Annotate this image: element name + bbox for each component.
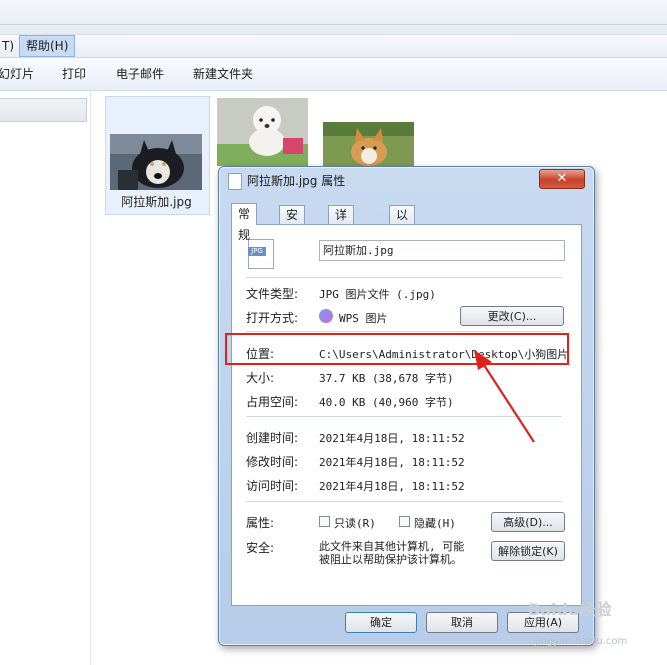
tab-details[interactable]: 详细信息	[328, 205, 355, 276]
navigation-selected-item[interactable]	[0, 98, 87, 122]
hidden-checkbox[interactable]	[399, 516, 410, 527]
watermark-brand: Baidu经验	[528, 600, 612, 619]
email-button[interactable]: 电子邮件	[116, 58, 164, 90]
tab-previous-versions[interactable]: 以前的版本	[389, 205, 416, 294]
watermark-url: jingyan.baidu.com	[535, 636, 628, 647]
accessed-value: 2021年4月18日, 18:11:52	[319, 480, 465, 493]
separator	[246, 277, 562, 278]
separator	[246, 501, 562, 502]
menu-item-tools[interactable]: T)	[0, 35, 20, 57]
thumbnail-corgi[interactable]	[323, 122, 414, 168]
close-button[interactable]: ✕	[539, 169, 585, 189]
thumbnail-label: 阿拉斯加.jpg	[121, 195, 192, 209]
thumbnail-husky[interactable]	[110, 134, 202, 190]
hidden-label[interactable]: 隐藏(H)	[414, 515, 456, 531]
size-on-disk-value: 40.0 KB (40,960 字节)	[319, 396, 454, 409]
file-icon	[228, 173, 242, 190]
toolbar: 幻灯片 打印 电子邮件 新建文件夹	[0, 58, 667, 91]
security-label: 安全:	[246, 541, 275, 555]
separator	[246, 331, 562, 332]
cancel-button[interactable]: 取消	[426, 612, 498, 633]
change-button[interactable]: 更改(C)...	[460, 306, 564, 326]
new-folder-button[interactable]: 新建文件夹	[193, 58, 253, 90]
opens-with-value: WPS 图片	[339, 312, 388, 325]
annotation-arrow	[474, 350, 535, 443]
dialog-title: 阿拉斯加.jpg 属性	[247, 174, 346, 188]
advanced-button[interactable]: 高级(D)...	[491, 512, 565, 532]
thumbnail-poodle[interactable]	[217, 98, 308, 166]
readonly-label[interactable]: 只读(R)	[334, 515, 376, 531]
print-button[interactable]: 打印	[62, 58, 86, 90]
accessed-label: 访问时间:	[246, 479, 299, 493]
size-label: 大小:	[246, 371, 275, 385]
size-value: 37.7 KB (38,678 字节)	[319, 372, 454, 385]
attributes-label: 属性:	[246, 516, 275, 530]
wps-picture-icon	[319, 309, 333, 323]
filename-input[interactable]: 阿拉斯加.jpg	[319, 240, 565, 261]
slideshow-button[interactable]: 幻灯片	[0, 58, 34, 90]
menu-bar: T) 帮助(H)	[0, 35, 667, 58]
jpg-file-icon: JPG	[248, 239, 274, 269]
menu-item-help[interactable]: 帮助(H)	[19, 35, 76, 57]
created-value: 2021年4月18日, 18:11:52	[319, 432, 465, 445]
modified-value: 2021年4月18日, 18:11:52	[319, 456, 465, 469]
readonly-checkbox[interactable]	[319, 516, 330, 527]
modified-label: 修改时间:	[246, 455, 299, 469]
navigation-pane	[0, 91, 91, 665]
size-on-disk-label: 占用空间:	[246, 395, 299, 409]
window-top-strip	[0, 0, 667, 35]
file-type-value: JPG 图片文件 (.jpg)	[319, 288, 436, 301]
security-message-line2: 被阻止以帮助保护该计算机。	[319, 553, 462, 566]
opens-with-label: 打开方式:	[246, 311, 299, 325]
created-label: 创建时间:	[246, 431, 299, 445]
unblock-button[interactable]: 解除锁定(K)	[491, 541, 565, 561]
tab-security[interactable]: 安全	[279, 205, 306, 240]
ok-button[interactable]: 确定	[345, 612, 417, 633]
tab-general[interactable]: 常规	[231, 203, 258, 242]
file-type-label: 文件类型:	[246, 287, 299, 301]
